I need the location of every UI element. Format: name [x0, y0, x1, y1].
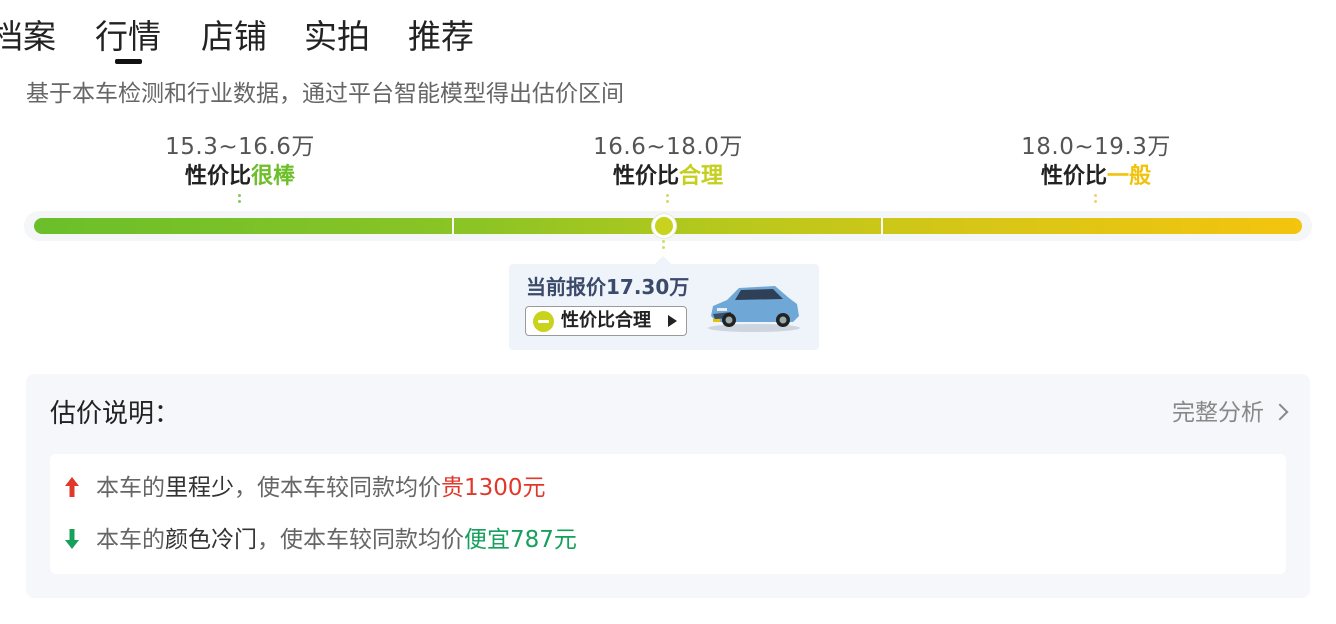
- range-good: 15.3~16.6万 性价比很棒: [110, 132, 370, 192]
- rating-prefix: 性价比: [612, 164, 679, 189]
- explanation-list: 本车的里程少，使本车较同款均价贵1300元 本车的颜色冷门，使本车较同款均价便宜…: [50, 454, 1286, 574]
- item-factor: 颜色冷门: [165, 527, 257, 553]
- valuation-explanation-panel: 估价说明： 完整分析 本车的里程少，使本车较同款均价贵1300元 本车的颜色冷门…: [26, 374, 1310, 598]
- tab-archive[interactable]: 档案: [0, 14, 56, 60]
- current-price-card: 当前报价17.30万 性价比合理: [509, 264, 819, 350]
- rating-prefix: 性价比: [184, 164, 251, 189]
- range-fair-dots: [666, 194, 670, 206]
- list-item: 本车的颜色冷门，使本车较同款均价便宜787元: [64, 522, 577, 558]
- rating-prefix: 性价比: [1040, 164, 1107, 189]
- item-middle: ，使本车较同款均价: [234, 475, 441, 501]
- tab-recommend[interactable]: 推荐: [408, 14, 474, 60]
- range-average-rating: 性价比一般: [966, 162, 1226, 192]
- full-analysis-link[interactable]: 完整分析: [1172, 396, 1289, 430]
- range-fair: 16.6~18.0万 性价比合理: [538, 132, 798, 192]
- range-good-rating: 性价比很棒: [110, 162, 370, 192]
- current-price: 当前报价17.30万: [526, 275, 690, 299]
- item-effect: 便宜787元: [464, 527, 577, 553]
- arrow-down-icon: [65, 528, 79, 549]
- chevron-right-icon: [1271, 403, 1289, 421]
- list-item: 本车的里程少，使本车较同款均价贵1300元: [64, 470, 546, 506]
- arrow-up-icon: [65, 476, 79, 497]
- item-prefix: 本车的: [96, 475, 165, 501]
- item-effect: 贵1300元: [441, 475, 546, 501]
- range-average-value: 18.0~19.3万: [1021, 134, 1171, 160]
- range-good-value: 15.3~16.6万: [165, 134, 315, 160]
- tab-market[interactable]: 行情: [95, 14, 161, 60]
- current-marker-icon: [652, 214, 676, 238]
- range-average-dots: [1094, 194, 1098, 206]
- rating-word: 一般: [1107, 164, 1152, 189]
- tab-store[interactable]: 店铺: [201, 14, 267, 60]
- active-tab-indicator: [115, 59, 142, 64]
- bar-divider: [452, 218, 454, 234]
- rating-word: 很棒: [251, 164, 296, 189]
- car-thumbnail: [708, 286, 800, 332]
- panel-title: 估价说明：: [50, 399, 181, 429]
- full-analysis-label: 完整分析: [1172, 400, 1264, 426]
- marker-dots: [662, 240, 666, 252]
- range-good-dots: [238, 194, 242, 206]
- item-prefix: 本车的: [96, 527, 165, 553]
- rating-word: 合理: [679, 164, 724, 189]
- neutral-face-icon: [533, 311, 554, 332]
- play-triangle-icon: [668, 315, 677, 327]
- card-notch: [655, 256, 671, 264]
- value-rating-pill[interactable]: 性价比合理: [525, 306, 687, 336]
- range-fair-value: 16.6~18.0万: [593, 134, 743, 160]
- range-average: 18.0~19.3万 性价比一般: [966, 132, 1226, 192]
- item-middle: ，使本车较同款均价: [257, 527, 464, 553]
- valuation-intro: 基于本车检测和行业数据，通过平台智能模型得出估价区间: [26, 81, 624, 107]
- tab-photos[interactable]: 实拍: [304, 14, 370, 60]
- pill-label: 性价比合理: [561, 310, 651, 331]
- bar-divider: [881, 218, 883, 234]
- tab-bar: 档案 行情 店铺 实拍 推荐: [0, 14, 700, 64]
- range-fair-rating: 性价比合理: [538, 162, 798, 192]
- item-factor: 里程少: [165, 475, 234, 501]
